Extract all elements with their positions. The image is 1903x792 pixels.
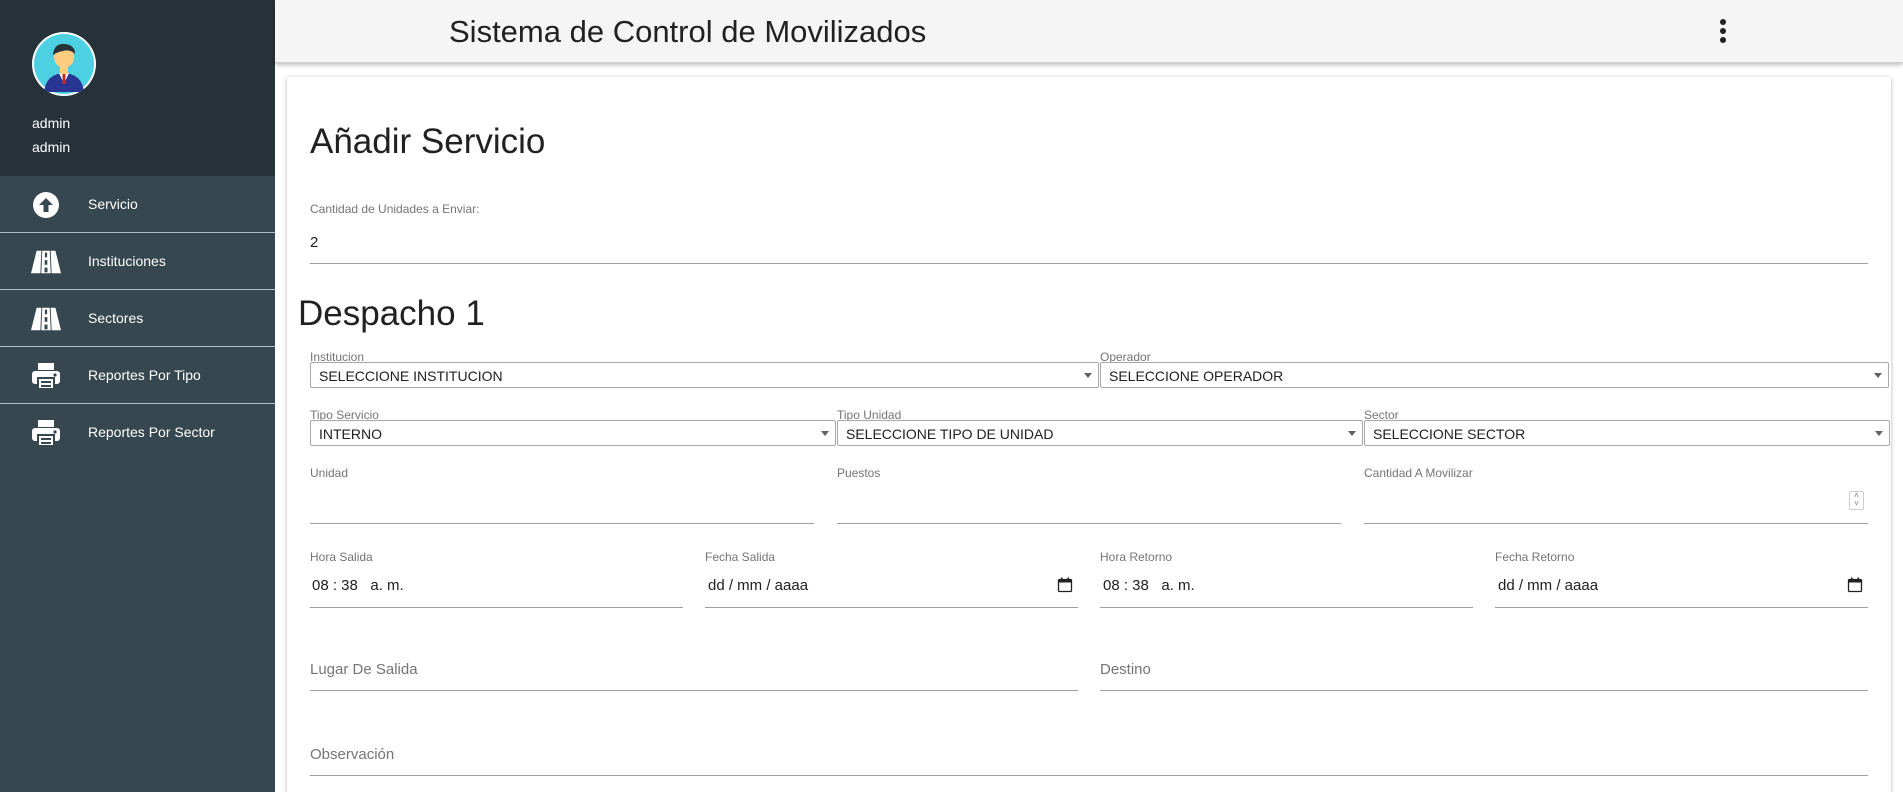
- institucion-select[interactable]: SELECCIONE INSTITUCION: [310, 362, 1099, 388]
- fecha-salida-input[interactable]: dd / mm / aaaa: [708, 577, 808, 594]
- tipo-unidad-select[interactable]: SELECCIONE TIPO DE UNIDAD: [837, 420, 1363, 446]
- dropdown-caret-icon: [1874, 373, 1882, 378]
- fecha-retorno-label: Fecha Retorno: [1495, 550, 1575, 564]
- app-title: Sistema de Control de Movilizados: [449, 14, 927, 49]
- operador-select[interactable]: SELECCIONE OPERADOR: [1100, 362, 1889, 388]
- sidebar-item-label: Servicio: [88, 196, 138, 212]
- destino-underline: [1100, 690, 1868, 691]
- hora-salida-underline: [310, 607, 683, 608]
- dropdown-caret-icon: [1875, 431, 1883, 436]
- arrow-up-circle-icon: [31, 190, 61, 220]
- section-title: Despacho 1: [298, 294, 485, 333]
- unidad-input[interactable]: [310, 495, 814, 515]
- road-icon: [31, 304, 61, 334]
- puestos-input[interactable]: [837, 495, 1341, 515]
- user-avatar-icon: [34, 34, 94, 94]
- printer-icon: [31, 418, 61, 448]
- puestos-label: Puestos: [837, 466, 881, 480]
- top-app-bar: Sistema de Control de Movilizados: [275, 0, 1903, 63]
- unidad-label: Unidad: [310, 466, 349, 480]
- observacion-input[interactable]: Observación: [310, 746, 394, 763]
- avatar[interactable]: [32, 32, 96, 96]
- institucion-value: SELECCIONE INSTITUCION: [319, 368, 503, 384]
- hora-retorno-underline: [1100, 607, 1473, 608]
- dropdown-caret-icon: [821, 431, 829, 436]
- cantidad-input[interactable]: [1364, 495, 1844, 515]
- fecha-retorno-input[interactable]: dd / mm / aaaa: [1498, 577, 1598, 594]
- fecha-retorno-underline: [1495, 607, 1868, 608]
- hora-retorno-input[interactable]: 08 : 38 a. m.: [1103, 577, 1195, 594]
- dropdown-caret-icon: [1348, 431, 1356, 436]
- hora-salida-input[interactable]: 08 : 38 a. m.: [312, 577, 404, 594]
- sidebar-item-reportes-por-tipo[interactable]: Reportes Por Tipo: [0, 347, 275, 404]
- tipo-servicio-value: INTERNO: [319, 426, 382, 442]
- printer-icon: [31, 361, 61, 391]
- number-spinner[interactable]: ˄ ˅: [1849, 491, 1864, 510]
- sidebar-item-label: Sectores: [88, 310, 144, 326]
- fecha-salida-label: Fecha Salida: [705, 550, 776, 564]
- unidad-input-underline: [310, 523, 814, 524]
- page-title: Añadir Servicio: [310, 122, 546, 161]
- destino-input[interactable]: Destino: [1100, 661, 1151, 678]
- units-input[interactable]: 2: [310, 234, 318, 251]
- puestos-input-underline: [837, 523, 1341, 524]
- hora-retorno-label: Hora Retorno: [1100, 550, 1173, 564]
- hora-salida-label: Hora Salida: [310, 550, 373, 564]
- calendar-icon[interactable]: [1057, 577, 1073, 593]
- lugar-salida-input[interactable]: Lugar De Salida: [310, 661, 418, 678]
- cantidad-label: Cantidad A Movilizar: [1364, 466, 1473, 480]
- sidebar-item-label: Reportes Por Tipo: [88, 367, 201, 383]
- operador-value: SELECCIONE OPERADOR: [1109, 368, 1284, 384]
- road-icon: [31, 247, 61, 277]
- cantidad-input-underline: [1364, 523, 1868, 524]
- profile-email: admin: [32, 139, 71, 155]
- lugar-salida-underline: [310, 690, 1078, 691]
- fecha-salida-underline: [705, 607, 1078, 608]
- tipo-servicio-select[interactable]: INTERNO: [310, 420, 836, 446]
- units-label: Cantidad de Unidades a Enviar:: [310, 202, 480, 216]
- sidebar-item-sectores[interactable]: Sectores: [0, 290, 275, 347]
- profile-name: admin: [32, 115, 71, 131]
- observacion-underline: [310, 775, 1868, 776]
- profile-panel: admin admin: [0, 0, 275, 176]
- more-vert-icon[interactable]: [1715, 18, 1731, 46]
- sidebar-item-servicio[interactable]: Servicio: [0, 176, 275, 233]
- sidebar-item-label: Reportes Por Sector: [88, 424, 215, 440]
- calendar-icon[interactable]: [1847, 577, 1863, 593]
- dropdown-caret-icon: [1084, 373, 1092, 378]
- tipo-unidad-value: SELECCIONE TIPO DE UNIDAD: [846, 426, 1054, 442]
- sidebar-item-label: Instituciones: [88, 253, 166, 269]
- sidebar-item-reportes-por-sector[interactable]: Reportes Por Sector: [0, 404, 275, 461]
- sidebar-item-instituciones[interactable]: Instituciones: [0, 233, 275, 290]
- sector-value: SELECCIONE SECTOR: [1373, 426, 1526, 442]
- units-input-underline: [310, 263, 1868, 264]
- sector-select[interactable]: SELECCIONE SECTOR: [1364, 420, 1890, 446]
- sidebar: admin admin Servicio Instituciones Secto…: [0, 0, 275, 792]
